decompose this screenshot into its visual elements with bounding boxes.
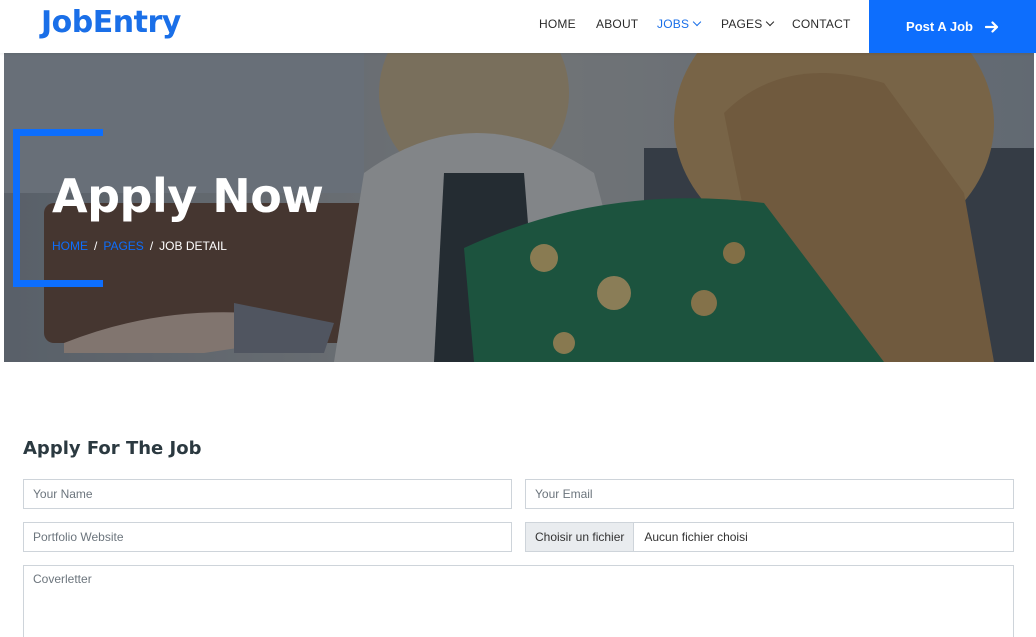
breadcrumb-separator: / — [94, 239, 98, 253]
nav-item-about[interactable]: ABOUT — [596, 17, 638, 31]
file-upload-field[interactable]: Choisir un fichier Aucun fichier choisi — [525, 522, 1014, 552]
portfolio-field-wrapper — [23, 522, 512, 552]
navbar: JobEntry HOME ABOUT JOBS PAGES CONTACT P… — [0, 0, 1036, 53]
nav-item-contact[interactable]: CONTACT — [792, 17, 851, 31]
page-title: Apply Now — [52, 169, 324, 223]
chevron-down-icon — [766, 17, 775, 27]
nav-item-jobs[interactable]: JOBS — [657, 17, 702, 31]
portfolio-input[interactable] — [24, 523, 511, 551]
breadcrumb-pages[interactable]: PAGES — [103, 239, 143, 253]
breadcrumb: HOME / PAGES / JOB DETAIL — [52, 239, 227, 253]
coverletter-field-wrapper — [23, 565, 1014, 637]
form-title: Apply For The Job — [23, 438, 202, 459]
post-a-job-button[interactable]: Post A Job — [869, 0, 1036, 53]
nav-item-label: CONTACT — [792, 17, 851, 31]
coverletter-textarea[interactable] — [24, 566, 1013, 637]
breadcrumb-current: JOB DETAIL — [159, 239, 227, 253]
nav-item-pages[interactable]: PAGES — [721, 17, 775, 31]
nav-item-label: HOME — [539, 17, 576, 31]
brand-logo[interactable]: JobEntry — [41, 5, 181, 40]
email-field-wrapper — [525, 479, 1014, 509]
chevron-down-icon — [692, 17, 702, 27]
nav-item-label: JOBS — [657, 17, 690, 31]
arrow-right-icon — [984, 20, 999, 33]
nav-item-home[interactable]: HOME — [539, 17, 576, 31]
nav-item-label: ABOUT — [596, 17, 639, 31]
email-input[interactable] — [526, 480, 1013, 508]
breadcrumb-separator: / — [149, 239, 154, 253]
page-header-hero: Apply Now HOME / PAGES / JOB DETAIL — [4, 53, 1034, 362]
file-status-text: Aucun fichier choisi — [644, 530, 748, 544]
nav-item-label: PAGES — [721, 17, 763, 31]
name-field-wrapper — [23, 479, 512, 509]
choose-file-button[interactable]: Choisir un fichier — [526, 523, 635, 551]
breadcrumb-home[interactable]: HOME — [52, 239, 88, 253]
post-a-job-label: Post A Job — [906, 19, 973, 34]
name-input[interactable] — [24, 480, 511, 508]
